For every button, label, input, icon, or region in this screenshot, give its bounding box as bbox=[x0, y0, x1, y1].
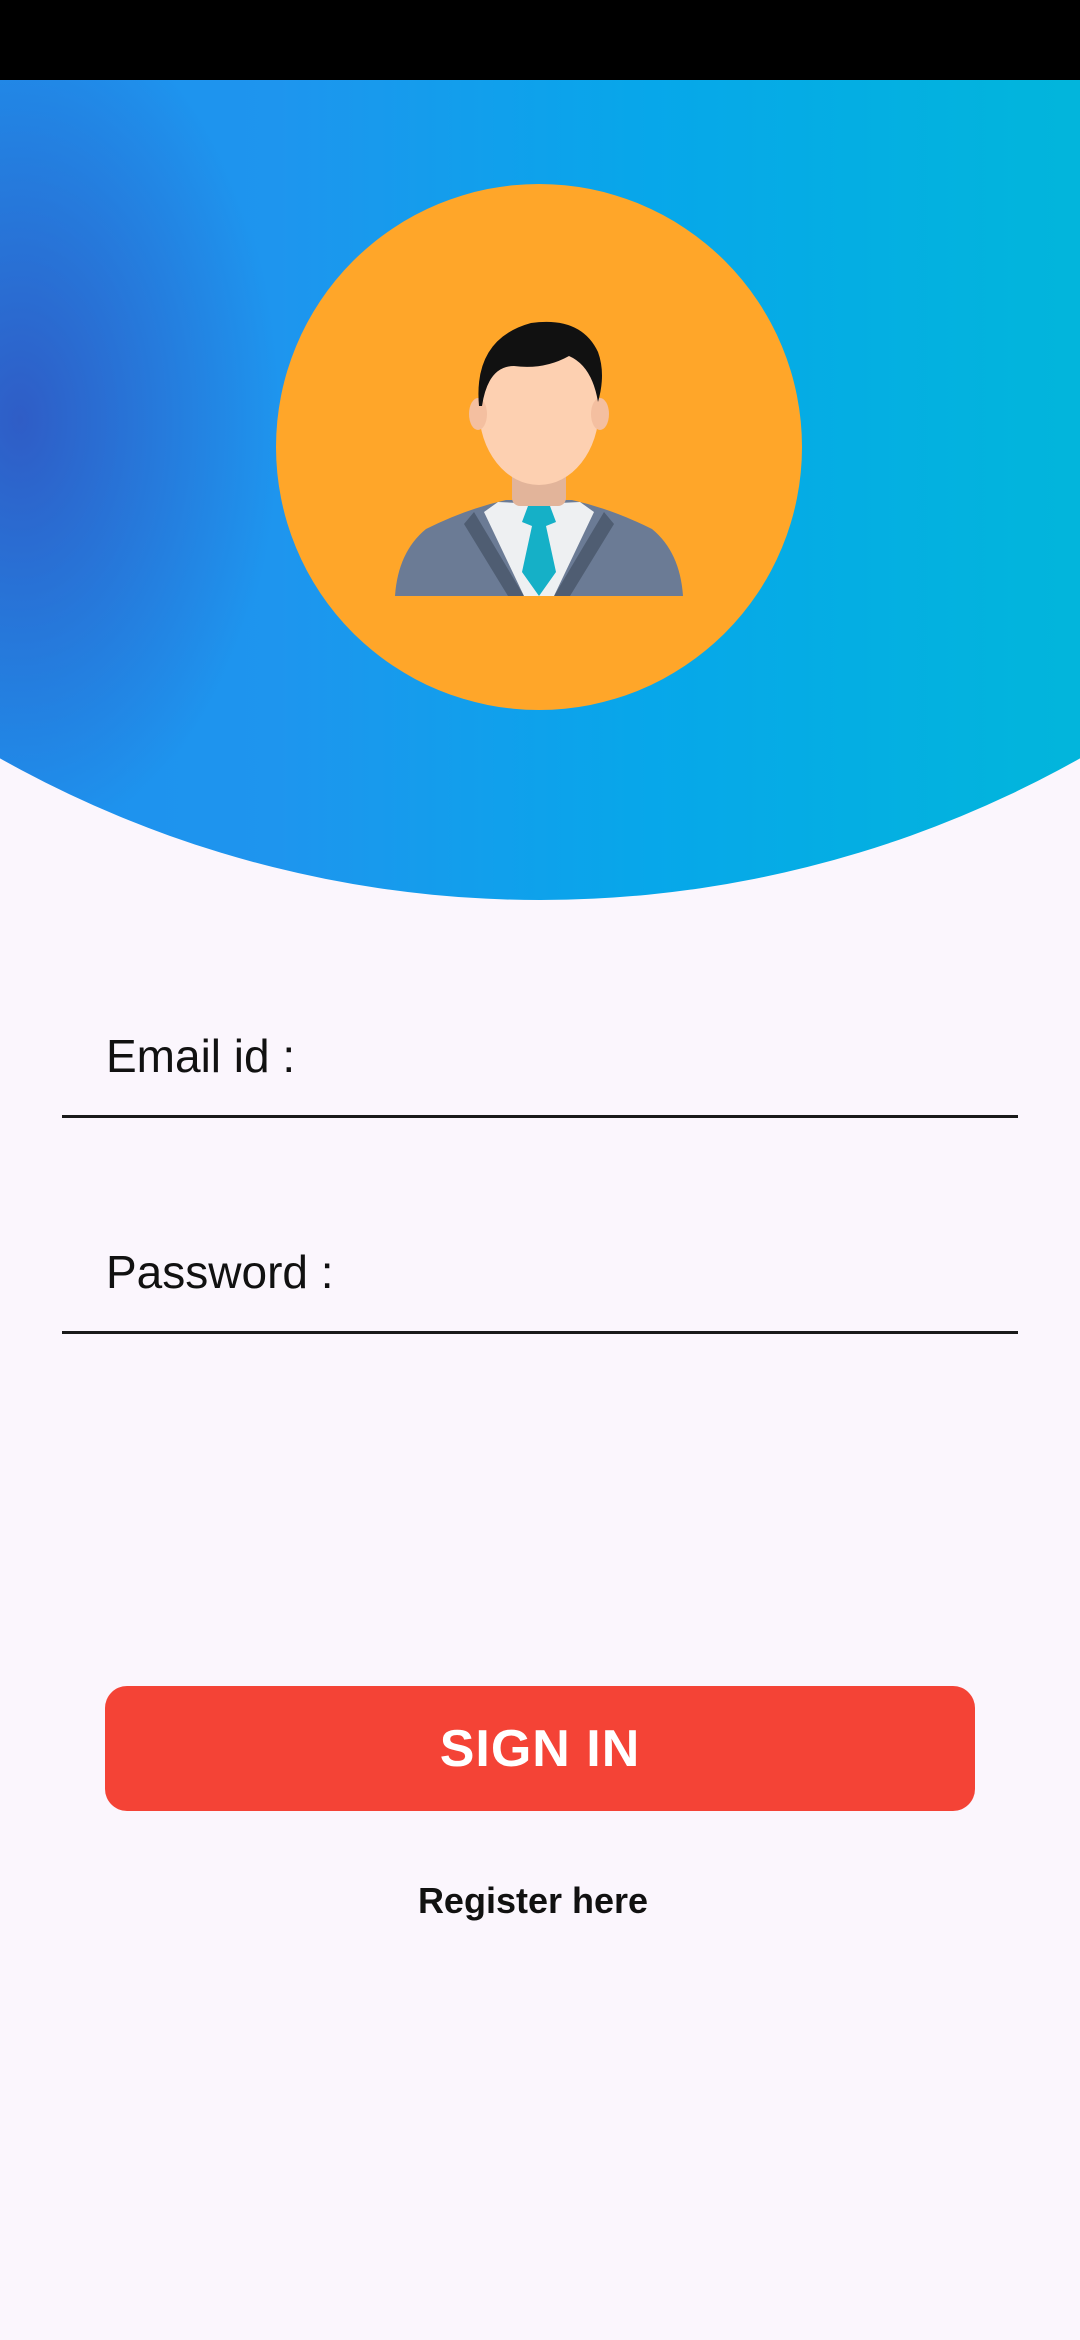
email-input[interactable] bbox=[62, 988, 1018, 1115]
password-input[interactable] bbox=[62, 1204, 1018, 1331]
status-bar bbox=[0, 0, 1080, 80]
login-screen: Email id : Password : SIGN IN Register h… bbox=[0, 0, 1080, 2340]
sign-in-button[interactable]: SIGN IN bbox=[105, 1686, 975, 1811]
password-field[interactable]: Password : bbox=[62, 1204, 1018, 1334]
email-field[interactable]: Email id : bbox=[62, 988, 1018, 1118]
businessman-avatar-icon bbox=[395, 321, 683, 596]
register-link[interactable]: Register here bbox=[0, 1880, 1066, 1922]
avatar bbox=[276, 184, 802, 710]
